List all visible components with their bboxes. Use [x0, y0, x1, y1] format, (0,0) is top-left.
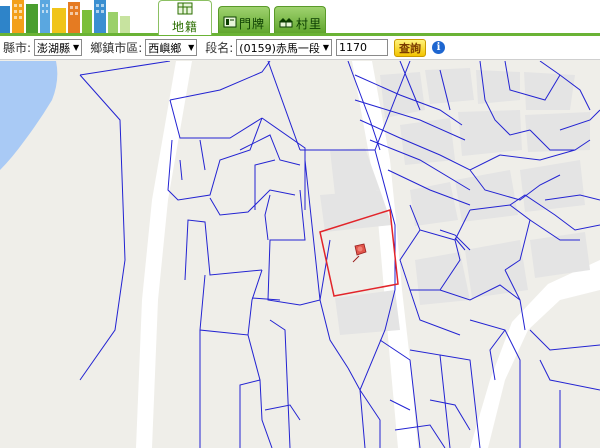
- county-label: 縣市:: [3, 41, 32, 55]
- tab-label: 門牌: [238, 17, 265, 31]
- section-select[interactable]: (0159)赤馬一段 ▼: [236, 39, 333, 56]
- dropdown-arrow-icon: ▼: [322, 43, 330, 52]
- township-select[interactable]: 西嶼鄉 ▼: [145, 39, 198, 56]
- lot-number-input[interactable]: 1170: [336, 39, 389, 56]
- city-buildings-logo: [0, 0, 130, 33]
- cadastral-map[interactable]: [0, 61, 600, 448]
- road-main: [352, 61, 418, 448]
- county-select[interactable]: 澎湖縣 ▼: [34, 39, 83, 56]
- pushpin-icon: [352, 243, 367, 263]
- tab-doorplate[interactable]: 門牌: [218, 6, 270, 34]
- land-query-app: 地籍 門牌 村里 縣市: 澎湖縣 ▼ 鄉鎮市區: 西嶼鄉 ▼ 段名: (0159…: [0, 0, 600, 448]
- dropdown-arrow-icon: ▼: [73, 43, 80, 52]
- tab-label: 地籍: [171, 20, 198, 34]
- section-select-value: (0159)赤馬一段: [239, 41, 320, 55]
- houses-icon: [278, 16, 294, 31]
- info-icon[interactable]: i: [432, 41, 446, 54]
- sea-area: [0, 61, 58, 170]
- township-label: 鄉鎮市區:: [90, 41, 143, 55]
- search-button[interactable]: 查詢: [394, 38, 427, 57]
- dropdown-arrow-icon: ▼: [188, 43, 195, 52]
- tab-village[interactable]: 村里: [274, 6, 326, 34]
- header: 地籍 門牌 村里: [0, 0, 600, 36]
- tab-label: 村里: [295, 17, 322, 31]
- map-grid-icon: [177, 2, 193, 18]
- doorplate-icon: [223, 16, 237, 31]
- county-select-value: 澎湖縣: [37, 41, 71, 55]
- tab-cadastre[interactable]: 地籍: [158, 0, 212, 35]
- section-label: 段名:: [205, 41, 234, 55]
- query-toolbar: 縣市: 澎湖縣 ▼ 鄉鎮市區: 西嶼鄉 ▼ 段名: (0159)赤馬一段 ▼ 1…: [0, 36, 600, 60]
- township-select-value: 西嶼鄉: [148, 41, 182, 55]
- road-west: [136, 61, 192, 448]
